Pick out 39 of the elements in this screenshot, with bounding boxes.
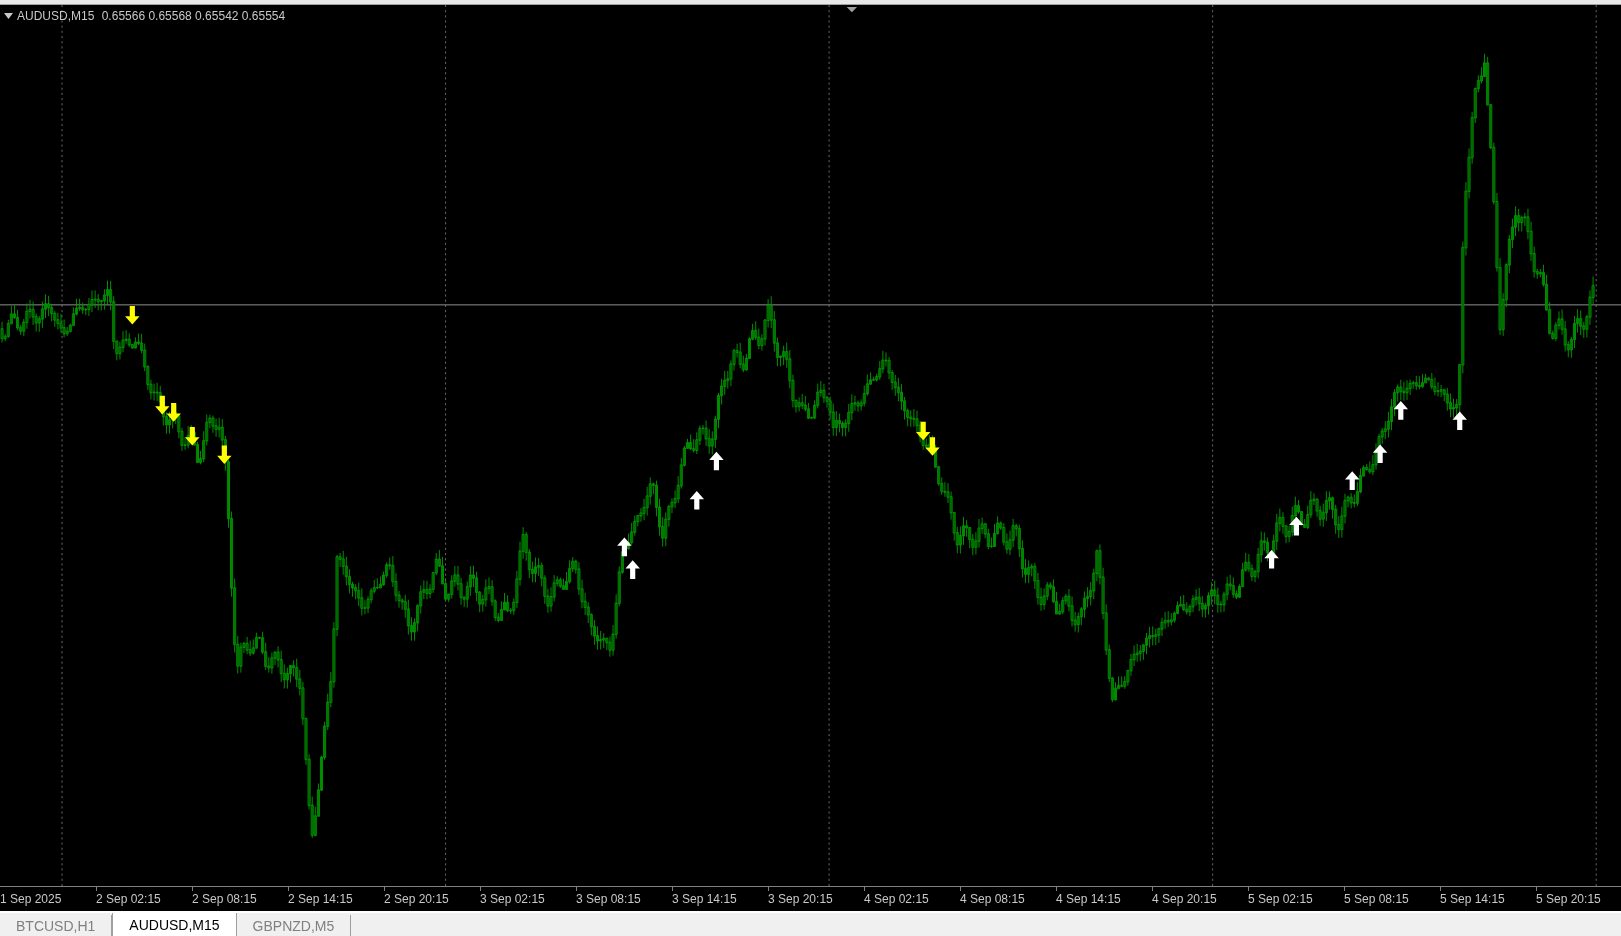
- down-arrow-icon: [925, 437, 940, 456]
- up-arrow-icon: [1393, 401, 1409, 420]
- up-arrow-icon: [625, 560, 640, 579]
- time-axis-label: 3 Sep 08:15: [576, 892, 641, 907]
- time-axis-label: 1 Sep 2025: [0, 892, 62, 907]
- chart-prices: 0.65566 0.65568 0.65542 0.65554: [100, 9, 286, 23]
- up-arrow-icon: [1452, 411, 1467, 430]
- time-axis-label: 5 Sep 20:15: [1536, 892, 1601, 907]
- up-arrow-icon: [1264, 549, 1279, 569]
- chart-symbol: AUDUSD,M15: [17, 9, 95, 23]
- down-arrow-icon: [185, 426, 200, 446]
- dropdown-triangle-icon[interactable]: [4, 13, 13, 19]
- up-arrow-icon: [709, 451, 724, 471]
- time-axis-label: 2 Sep 02:15: [96, 892, 161, 907]
- time-axis-label: 5 Sep 08:15: [1344, 892, 1409, 907]
- down-arrow-icon: [166, 403, 181, 422]
- time-axis-label: 4 Sep 02:15: [864, 892, 929, 907]
- down-arrow-icon: [915, 421, 931, 441]
- up-arrow-icon: [689, 491, 704, 510]
- shift-marker-icon: [846, 7, 857, 13]
- time-axis-label: 5 Sep 02:15: [1248, 892, 1313, 907]
- time-axis-label: 3 Sep 14:15: [672, 892, 737, 907]
- time-axis-label: 2 Sep 14:15: [288, 892, 353, 907]
- time-axis-label: 3 Sep 02:15: [480, 892, 545, 907]
- up-arrow-icon: [1289, 516, 1304, 536]
- up-arrow-icon: [1372, 444, 1388, 464]
- time-axis-label: 2 Sep 08:15: [192, 892, 257, 907]
- time-axis-label: 5 Sep 14:15: [1440, 892, 1505, 907]
- up-arrow-icon: [1345, 471, 1360, 490]
- time-axis-label: 2 Sep 20:15: [384, 892, 449, 907]
- down-arrow-icon: [125, 305, 140, 325]
- time-axis-label: 3 Sep 20:15: [768, 892, 833, 907]
- time-axis-label: 4 Sep 08:15: [960, 892, 1025, 907]
- time-axis-label: 4 Sep 14:15: [1056, 892, 1121, 907]
- down-arrow-icon: [155, 395, 170, 415]
- chart-tab[interactable]: AUDUSD,M15: [112, 913, 237, 936]
- down-arrow-icon: [217, 445, 232, 465]
- up-arrow-icon: [617, 537, 632, 557]
- time-axis-label: 4 Sep 20:15: [1152, 892, 1217, 907]
